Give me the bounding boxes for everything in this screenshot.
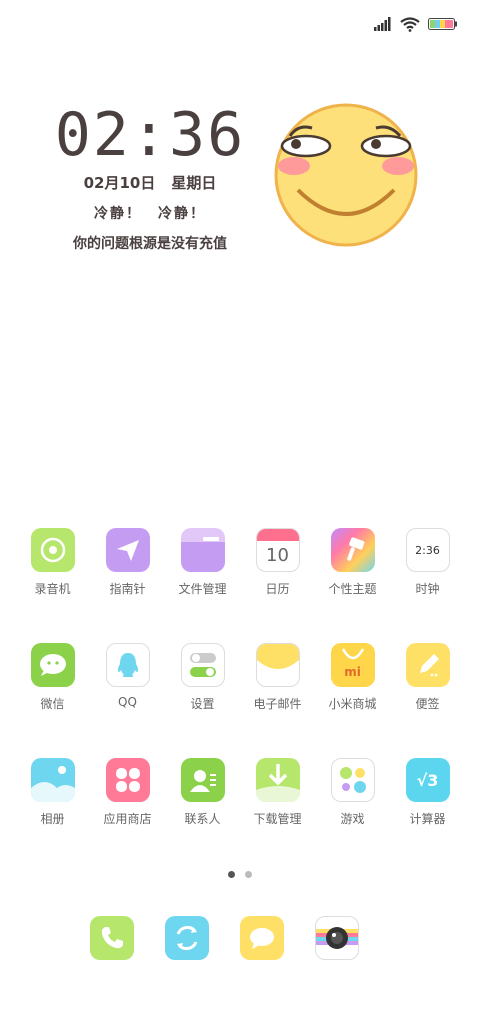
app-qq[interactable]: QQ [90, 643, 165, 712]
slogan-1: 冷静！ [94, 206, 142, 222]
app-games[interactable]: 游戏 [315, 758, 390, 827]
page-dot-active[interactable] [228, 871, 235, 878]
app-gallery[interactable]: 相册 [15, 758, 90, 827]
app-label: 联系人 [184, 812, 221, 826]
page-dot[interactable] [245, 871, 252, 878]
app-email[interactable]: 电子邮件 [240, 643, 315, 712]
app-calculator[interactable]: √3 计算器 [390, 758, 465, 827]
emoji-face-icon [274, 103, 418, 247]
app-row-1: 录音机 指南针 文件管理 10 日历 个性主题 2:36 时钟 [15, 528, 465, 597]
app-row-3: 相册 应用商店 联系人 下载管理 游戏 √3 计算器 [15, 758, 465, 827]
dock [90, 916, 359, 960]
app-store-icon [105, 758, 150, 802]
clock-date-line: 02月10日 星期日 [40, 172, 260, 193]
app-row-2: 微信 QQ 设置 电子邮件 mi 小米商城 便签 [15, 643, 465, 712]
app-themes[interactable]: 个性主题 [315, 528, 390, 597]
app-label: 微信 [40, 697, 65, 711]
games-icon [330, 758, 375, 802]
mi-store-icon: mi [330, 643, 375, 687]
compass-icon [105, 528, 150, 572]
app-label: 应用商店 [103, 812, 152, 826]
notes-icon [405, 643, 450, 687]
app-mi-store[interactable]: mi 小米商城 [315, 643, 390, 712]
app-label: 个性主题 [328, 582, 377, 596]
browser-icon[interactable] [165, 916, 209, 960]
calculator-symbol: √3 [416, 770, 439, 790]
app-label: 录音机 [34, 582, 71, 596]
calculator-icon: √3 [405, 758, 450, 802]
app-label: 电子邮件 [253, 697, 302, 711]
contacts-icon [180, 758, 225, 802]
app-downloads[interactable]: 下载管理 [240, 758, 315, 827]
app-label: 下载管理 [253, 812, 302, 826]
mail-icon [255, 643, 300, 687]
camera-icon[interactable] [315, 916, 359, 960]
clock-date: 02月10日 [83, 174, 156, 192]
app-notes[interactable]: 便签 [390, 643, 465, 712]
signal-icon [374, 17, 391, 31]
app-label: 指南针 [109, 582, 146, 596]
app-label: 小米商城 [328, 697, 377, 711]
app-calendar[interactable]: 10 日历 [240, 528, 315, 597]
wechat-icon [30, 643, 75, 687]
gallery-icon [30, 758, 75, 802]
calendar-icon: 10 [255, 528, 300, 572]
app-label: 计算器 [409, 812, 446, 826]
clock-time: 02:36 [54, 100, 246, 170]
clock-slogan: 冷静！ 冷静！ [40, 203, 260, 223]
clock-widget[interactable]: 02:36 02月10日 星期日 冷静！ 冷静！ 你的问题根源是没有充值 [40, 100, 260, 253]
recorder-icon [30, 528, 75, 572]
clock-tagline: 你的问题根源是没有充值 [73, 236, 227, 252]
qq-icon [105, 643, 150, 687]
app-recorder[interactable]: 录音机 [15, 528, 90, 597]
battery-icon [428, 18, 457, 30]
clock-icon-time: 2:36 [415, 543, 440, 557]
download-icon [255, 758, 300, 802]
folder-icon [180, 528, 225, 572]
app-wechat[interactable]: 微信 [15, 643, 90, 712]
app-clock[interactable]: 2:36 时钟 [390, 528, 465, 597]
app-file-manager[interactable]: 文件管理 [165, 528, 240, 597]
app-label: 文件管理 [178, 582, 227, 596]
app-compass[interactable]: 指南针 [90, 528, 165, 597]
app-label: QQ [118, 695, 137, 709]
status-bar [374, 12, 458, 36]
theme-icon [330, 528, 375, 572]
app-label: 游戏 [340, 812, 365, 826]
app-label: 日历 [265, 582, 290, 596]
slogan-2: 冷静！ [158, 206, 206, 222]
app-contacts[interactable]: 联系人 [165, 758, 240, 827]
app-label: 便签 [415, 697, 440, 711]
messages-icon[interactable] [240, 916, 284, 960]
app-label: 时钟 [415, 582, 440, 596]
app-label: 相册 [40, 812, 65, 826]
page-indicator [0, 871, 480, 878]
settings-icon [180, 643, 225, 687]
wifi-icon [400, 16, 420, 32]
clock-weekday: 星期日 [171, 174, 217, 192]
phone-icon[interactable] [90, 916, 134, 960]
app-label: 设置 [190, 697, 215, 711]
calendar-day: 10 [266, 544, 289, 566]
app-app-store[interactable]: 应用商店 [90, 758, 165, 827]
app-settings[interactable]: 设置 [165, 643, 240, 712]
clock-icon: 2:36 [405, 528, 450, 572]
